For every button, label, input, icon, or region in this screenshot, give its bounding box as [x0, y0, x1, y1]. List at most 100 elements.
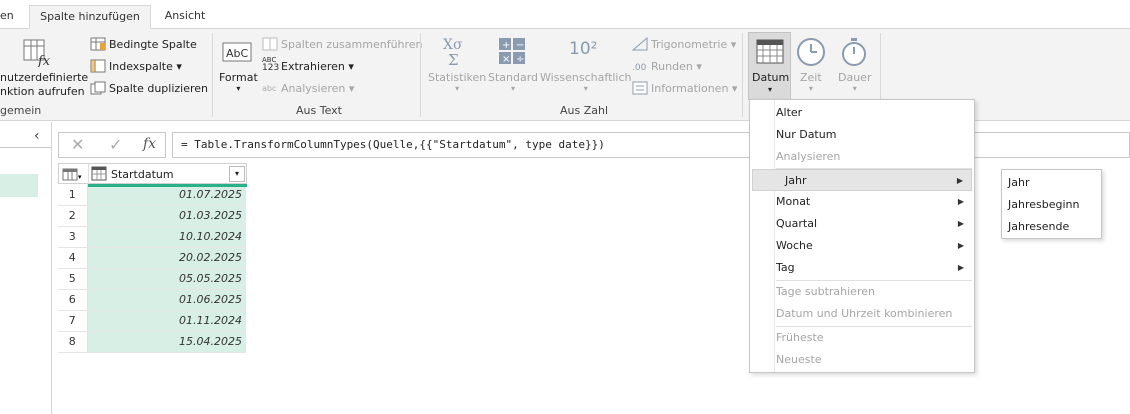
cell-startdatum[interactable]: 15.04.2025	[87, 331, 246, 353]
menu-item-combine-date-time[interactable]: Datum und Uhrzeit kombinieren	[776, 303, 972, 325]
table-row[interactable]: 5 05.05.2025	[58, 268, 246, 290]
row-number: 7	[58, 310, 88, 332]
date-button[interactable]: Datum ▾	[748, 32, 791, 100]
menu-item-year[interactable]: Jahr ▶	[752, 169, 972, 191]
cell-startdatum[interactable]: 20.02.2025	[87, 247, 246, 269]
svg-text:×: ×	[502, 54, 510, 64]
trigonometry-icon	[631, 36, 648, 54]
merge-columns-icon	[262, 37, 278, 54]
filter-dropdown-icon[interactable]: ▾	[229, 166, 245, 182]
menu-item-day[interactable]: Tag ▶	[776, 257, 972, 279]
cell-startdatum[interactable]: 01.07.2025	[87, 184, 246, 206]
table-row[interactable]: 8 15.04.2025	[58, 331, 246, 353]
chevron-right-icon: ▶	[957, 241, 964, 250]
chevron-down-icon: ▾	[767, 85, 772, 94]
group-label-general: gemein	[0, 104, 42, 117]
collapse-pane-icon[interactable]: ‹	[34, 128, 40, 144]
index-column-button[interactable]: Indexspalte ▾	[109, 60, 182, 73]
standard-icon: + − × ÷	[499, 38, 525, 67]
group-label-from-text: Aus Text	[296, 104, 342, 117]
submenu-item-start-of-year[interactable]: Jahresbeginn	[1008, 194, 1079, 216]
clock-icon	[796, 37, 826, 70]
format-button[interactable]: Format ▾	[219, 71, 258, 93]
menu-item-parse[interactable]: Analysieren	[776, 146, 972, 168]
menu-item-subtract-days[interactable]: Tage subtrahieren	[776, 281, 972, 303]
cell-startdatum[interactable]: 01.03.2025	[87, 205, 246, 227]
date-dropdown-menu: Alter Nur Datum Analysieren Jahr ▶ Monat ▶…	[749, 99, 975, 373]
duplicate-column-icon	[90, 81, 106, 98]
menu-item-latest[interactable]: Neueste	[776, 349, 972, 371]
menu-item-earliest[interactable]: Früheste	[776, 327, 972, 349]
duration-button[interactable]: Dauer ▾	[838, 71, 871, 93]
svg-text:+: +	[502, 40, 510, 51]
chevron-right-icon: ▶	[957, 219, 964, 228]
table-row[interactable]: 1 01.07.2025	[58, 184, 246, 206]
svg-text:▾: ▾	[78, 173, 82, 181]
table-row[interactable]: 3 10.10.2024	[58, 226, 246, 248]
confirm-icon[interactable]: ✓	[109, 135, 122, 154]
tab-add-column[interactable]: Spalte hinzufügen	[29, 5, 151, 29]
information-button[interactable]: Informationen ▾	[651, 82, 737, 95]
invoke-custom-function-button[interactable]: nutzerdefinierte nktion aufrufen	[0, 71, 88, 99]
grid-table: 1 01.07.2025 2 01.03.2025 3 10.10.2024 4 20.02.…	[58, 184, 246, 353]
svg-text:−: −	[516, 40, 524, 51]
svg-text:abc: abc	[262, 84, 276, 93]
calendar-icon	[756, 38, 784, 67]
cell-startdatum[interactable]: 10.10.2024	[87, 226, 246, 248]
row-number: 3	[58, 226, 88, 248]
year-submenu: Jahr Jahresbeginn Jahresende	[1001, 169, 1102, 239]
date-type-icon[interactable]	[91, 166, 107, 184]
svg-text:.00: .00	[632, 63, 647, 73]
table-row[interactable]: 7 01.11.2024	[58, 310, 246, 332]
menu-item-month[interactable]: Monat ▶	[776, 191, 972, 213]
duplicate-column-button[interactable]: Spalte duplizieren	[109, 82, 208, 95]
menu-item-age[interactable]: Alter	[776, 102, 972, 124]
extract-button[interactable]: Extrahieren ▾	[281, 60, 354, 73]
custom-function-icon: fx	[22, 37, 52, 70]
parse-icon: abc	[262, 81, 278, 98]
table-row[interactable]: 2 01.03.2025	[58, 205, 246, 227]
standard-button[interactable]: Standard ▾	[488, 71, 538, 93]
ribbon-tab-bar: en Spalte hinzufügen Ansicht	[0, 0, 1130, 29]
row-number: 6	[58, 289, 88, 311]
tab-start[interactable]: en	[0, 5, 20, 29]
svg-text:÷: ÷	[516, 54, 524, 64]
fx-icon[interactable]: fx	[143, 136, 156, 152]
column-header-startdatum[interactable]: Startdatum ▾	[88, 164, 247, 184]
table-row[interactable]: 4 20.02.2025	[58, 247, 246, 269]
scientific-button[interactable]: Wissenschaftlich ▾	[540, 71, 632, 93]
parse-button[interactable]: Analysieren ▾	[281, 82, 354, 95]
svg-text:Σ: Σ	[448, 51, 459, 67]
group-label-from-number: Aus Zahl	[560, 104, 609, 117]
cancel-icon[interactable]: ✕	[71, 135, 84, 154]
chevron-right-icon: ▶	[957, 263, 964, 272]
submenu-item-year[interactable]: Jahr	[1008, 172, 1029, 194]
selected-query-item[interactable]	[0, 174, 38, 197]
submenu-item-end-of-year[interactable]: Jahresende	[1008, 216, 1069, 238]
row-number: 1	[58, 184, 88, 206]
statistics-button[interactable]: Statistiken ▾	[428, 71, 486, 93]
svg-text:AbC: AbC	[226, 47, 249, 60]
trigonometry-button[interactable]: Trigonometrie ▾	[651, 38, 736, 51]
index-column-icon	[90, 59, 106, 76]
svg-text:fx: fx	[37, 54, 51, 67]
cell-startdatum[interactable]: 05.05.2025	[87, 268, 246, 290]
formula-input[interactable]: = Table.TransformColumnTypes(Quelle,{{"S…	[172, 132, 1130, 158]
menu-item-week[interactable]: Woche ▶	[776, 235, 972, 257]
cell-startdatum[interactable]: 01.11.2024	[87, 310, 246, 332]
scientific-icon: 10²	[569, 39, 598, 59]
menu-item-date-only[interactable]: Nur Datum	[776, 124, 972, 146]
row-number: 5	[58, 268, 88, 290]
tab-view[interactable]: Ansicht	[160, 5, 210, 29]
table-row[interactable]: 6 01.06.2025	[58, 289, 246, 311]
time-button[interactable]: Zeit ▾	[800, 71, 822, 93]
information-icon	[632, 81, 648, 98]
conditional-column-icon	[90, 37, 106, 54]
merge-columns-button[interactable]: Spalten zusammenführen	[281, 38, 423, 51]
round-button[interactable]: Runden ▾	[651, 60, 702, 73]
table-menu-icon[interactable]: ▾	[61, 166, 85, 185]
conditional-column-button[interactable]: Bedingte Spalte	[109, 38, 197, 51]
menu-item-quarter[interactable]: Quartal ▶	[776, 213, 972, 235]
round-icon: .00	[632, 59, 648, 76]
cell-startdatum[interactable]: 01.06.2025	[87, 289, 246, 311]
